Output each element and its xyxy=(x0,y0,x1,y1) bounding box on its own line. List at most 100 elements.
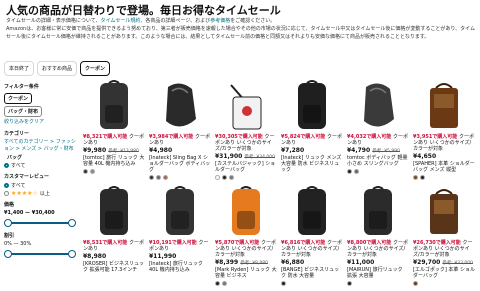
color-swatch[interactable] xyxy=(83,169,88,174)
color-swatch[interactable] xyxy=(156,175,161,180)
reference-price: 参考: ¥13,980 xyxy=(108,149,139,154)
color-swatch[interactable] xyxy=(215,175,220,180)
color-swatch[interactable] xyxy=(413,281,418,286)
product-title[interactable]: [エルゴポック] 本革 ショルダーバッグ xyxy=(413,267,475,279)
color-swatch[interactable] xyxy=(163,175,168,180)
product-card[interactable]: ¥30,305で購入可能 クーポンあり いくつかのサイズ/カラーが対象 ¥31,… xyxy=(215,79,277,183)
product-card[interactable]: ¥10,191で購入可能 クーポンあり ¥11,990 [Inateck] 旅行… xyxy=(149,185,211,289)
backpack-icon xyxy=(93,185,135,241)
product-price: ¥4,650 xyxy=(413,153,437,160)
product-image[interactable] xyxy=(413,185,475,240)
product-image[interactable] xyxy=(413,79,475,134)
price-slider-max-handle[interactable] xyxy=(68,219,76,227)
reference-price: 参考: ¥34,000 xyxy=(244,155,275,160)
tab-coupon[interactable]: クーポン xyxy=(80,61,111,76)
review-4star-radio[interactable]: ★★★★☆ 以上 xyxy=(4,190,76,197)
price-slider[interactable] xyxy=(4,218,76,228)
reference-price-link[interactable]: 参考価格 xyxy=(210,18,230,24)
color-swatch[interactable] xyxy=(281,281,286,286)
product-title[interactable]: [tomtoc] 旅行 リュック 大容量 40L 機内持ち込み xyxy=(83,155,145,167)
color-swatch[interactable] xyxy=(222,281,227,286)
product-image[interactable] xyxy=(215,185,277,240)
color-swatches xyxy=(347,169,409,174)
color-swatches xyxy=(281,281,343,286)
product-image[interactable] xyxy=(281,79,343,134)
color-swatch[interactable] xyxy=(90,169,95,174)
product-title[interactable]: [SPAHER] 本革 ショルダーバッグ メンズ 縦型 xyxy=(413,161,475,173)
category-all-radio[interactable]: すべて xyxy=(4,162,76,169)
color-swatches xyxy=(83,169,145,174)
product-card[interactable]: ¥8,800で購入可能 クーポンあり いくつかのサイズ/カラーが対象 ¥11,0… xyxy=(347,185,409,289)
product-card[interactable]: ¥3,951で購入可能 クーポンあり いくつかのサイズ/カラーが対象 ¥4,65… xyxy=(413,79,475,183)
product-image[interactable] xyxy=(149,79,211,134)
sling-bag-icon xyxy=(356,81,400,133)
tab-recommended[interactable]: おすすめ商品 xyxy=(37,61,78,76)
color-swatch[interactable] xyxy=(229,175,234,180)
sling-bag-icon xyxy=(158,81,202,133)
color-swatch[interactable] xyxy=(222,175,227,180)
product-card[interactable]: ¥5,870で購入可能 クーポンあり いくつかのサイズ/カラーが対象 ¥8,39… xyxy=(215,185,277,289)
product-price: ¥8,980 xyxy=(83,253,107,260)
product-price: ¥31,900 参考: ¥34,000 xyxy=(215,153,275,160)
product-title[interactable]: [BANGE] ビジネスリュック 防水 大容量 xyxy=(281,267,343,279)
product-card[interactable]: ¥3,984で購入可能 クーポンあり ¥4,980 [Inateck] Slin… xyxy=(149,79,211,183)
product-card[interactable]: ¥26,730で購入可能 クーポンあり いくつかのサイズ/カラーが対象 ¥29,… xyxy=(413,185,475,289)
discount-slider-max-handle[interactable] xyxy=(68,250,76,258)
product-price: ¥11,990 xyxy=(149,253,177,260)
color-swatch[interactable] xyxy=(420,175,425,180)
product-image[interactable] xyxy=(347,185,409,240)
product-image[interactable] xyxy=(83,79,145,134)
product-title[interactable]: [Inateck] Sling Bag X ショルダーバッグ ボディバッグ xyxy=(149,155,211,173)
product-image[interactable] xyxy=(149,185,211,240)
product-card[interactable]: ¥8,321で購入可能 クーポンあり ¥9,980 参考: ¥13,980 [t… xyxy=(83,79,145,183)
product-card[interactable]: ¥5,824で購入可能 クーポンあり ¥7,280 [Inateck] リュック… xyxy=(281,79,343,183)
color-swatch[interactable] xyxy=(149,175,154,180)
page-title: 人気の商品が日替わりで登場。毎日お得なタイムセール xyxy=(6,4,281,17)
product-price: ¥29,700 参考: ¥33,000 xyxy=(413,259,473,266)
color-swatch[interactable] xyxy=(347,281,352,286)
color-swatches xyxy=(413,281,475,286)
color-swatch[interactable] xyxy=(413,175,418,180)
product-image[interactable] xyxy=(281,185,343,240)
review-all-radio[interactable]: すべて xyxy=(4,182,76,189)
price-heading: 価格 xyxy=(4,202,15,208)
product-title[interactable]: [KROSER] ビジネスリュック 拡張可能 17.3インチ xyxy=(83,261,145,273)
deal-badge: ¥4,032で購入可能 クーポンあり xyxy=(347,134,409,146)
product-image[interactable] xyxy=(347,79,409,134)
price-slider-min-handle[interactable] xyxy=(4,219,12,227)
product-card[interactable]: ¥4,032で購入可能 クーポンあり ¥4,790 参考: ¥5,990 tom… xyxy=(347,79,409,183)
timesale-terms-link[interactable]: タイムセール規約 xyxy=(101,18,141,24)
product-card[interactable]: ¥8,531で購入可能 クーポンあり ¥8,980 [KROSER] ビジネスリ… xyxy=(83,185,145,289)
product-title[interactable]: [Inateck] 旅行リュック 40L 機内持ち込み xyxy=(149,261,211,273)
backpack-icon xyxy=(291,79,333,135)
color-swatches xyxy=(149,175,211,180)
filter-pill-coupon[interactable]: クーポン xyxy=(4,93,33,104)
color-swatch[interactable] xyxy=(347,169,352,174)
product-image[interactable] xyxy=(83,185,145,240)
product-title[interactable]: tomtoc ボディバッグ 軽量 小さめ スリングバッグ xyxy=(347,155,409,167)
product-price: ¥4,980 xyxy=(149,147,173,154)
radio-selected-icon xyxy=(4,183,9,188)
category-breadcrumb[interactable]: すべてのカテゴリー > ファッション > メンズ > バッグ・財布 xyxy=(4,139,76,153)
product-card[interactable]: ¥6,816で購入可能 クーポンあり いくつかのサイズ/カラーが対象 ¥6,88… xyxy=(281,185,343,289)
product-price: ¥6,880 xyxy=(281,259,305,266)
discount-slider-track xyxy=(7,253,73,255)
discount-slider[interactable] xyxy=(4,249,76,259)
product-title[interactable]: [カステルバジャック] ショルダーバッグ xyxy=(215,161,277,173)
radio-icon xyxy=(4,191,9,196)
deal-badge: ¥10,191で購入可能 クーポンあり xyxy=(149,240,209,252)
deal-badge: ¥8,531で購入可能 クーポンあり xyxy=(83,240,145,252)
deal-badge: ¥3,951で購入可能 クーポンあり いくつかのサイズ/カラーが対象 xyxy=(413,134,475,152)
clear-filters-link[interactable]: 絞り込みをクリア xyxy=(4,119,76,126)
tab-ending-today[interactable]: 本日終了 xyxy=(4,61,35,76)
filter-pill-bags[interactable]: バッグ・財布 xyxy=(4,106,43,117)
product-image[interactable] xyxy=(215,79,277,134)
product-title[interactable]: [MAIRUN] 旅行リュック 拡張 大容量 xyxy=(347,267,409,279)
discount-slider-min-handle[interactable] xyxy=(4,250,12,258)
color-swatch[interactable] xyxy=(354,169,359,174)
deal-badge: ¥26,730で購入可能 クーポンあり いくつかのサイズ/カラーが対象 xyxy=(413,240,473,258)
color-swatch[interactable] xyxy=(215,281,220,286)
deal-badge: ¥8,321で購入可能 クーポンあり xyxy=(83,134,145,146)
product-title[interactable]: [Mark Ryden] リュック 大容量 ビジネス xyxy=(215,267,277,279)
product-title[interactable]: [Inateck] リュック メンズ 大容量 防水 ビジネスリュック xyxy=(281,155,343,173)
